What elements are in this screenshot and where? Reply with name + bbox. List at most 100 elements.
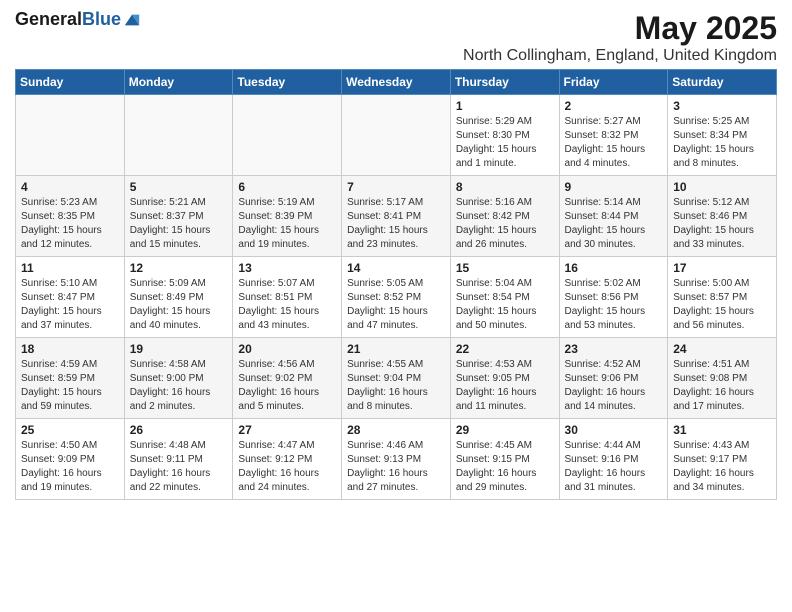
day-info: Sunrise: 4:52 AM Sunset: 9:06 PM Dayligh… — [565, 358, 663, 414]
day-number: 20 — [238, 342, 336, 356]
day-number: 30 — [565, 423, 663, 437]
title-block: May 2025 North Collingham, England, Unit… — [463, 10, 777, 65]
col-sunday: Sunday — [16, 70, 125, 95]
table-row: 20 Sunrise: 4:56 AM Sunset: 9:02 PM Dayli… — [233, 338, 342, 419]
table-row: 16Sunrise: 5:02 AM Sunset: 8:56 PM Dayli… — [559, 257, 668, 338]
table-row: 13 Sunrise: 5:07 AM Sunset: 8:51 PM Dayli… — [233, 257, 342, 338]
col-tuesday: Tuesday — [233, 70, 342, 95]
day-info: Sunrise: 5:29 AM Sunset: 8:30 PM Dayligh… — [456, 115, 554, 171]
table-row — [342, 95, 451, 176]
day-number: 28 — [347, 423, 445, 437]
calendar-week-row: 4 Sunrise: 5:23 AM Sunset: 8:35 PM Daylig… — [16, 176, 777, 257]
calendar-header-row: Sunday Monday Tuesday Wednesday Thursday… — [16, 70, 777, 95]
table-row — [124, 95, 233, 176]
day-info: Sunrise: 4:51 AM Sunset: 9:08 PM Dayligh… — [673, 358, 771, 414]
day-info: Sunrise: 5:10 AM Sunset: 8:47 PM Dayligh… — [21, 277, 119, 333]
day-info: Sunrise: 4:47 AM Sunset: 9:12 PM Dayligh… — [238, 439, 336, 495]
table-row: 30 Sunrise: 4:44 AM Sunset: 9:16 PM Dayli… — [559, 419, 668, 500]
day-number: 15 — [456, 261, 554, 275]
table-row: 3 Sunrise: 5:25 AM Sunset: 8:34 PM Daylig… — [668, 95, 777, 176]
day-number: 11 — [21, 261, 119, 275]
day-info: Sunrise: 4:59 AM Sunset: 8:59 PM Dayligh… — [21, 358, 119, 414]
day-number: 8 — [456, 180, 554, 194]
calendar-week-row: 18 Sunrise: 4:59 AM Sunset: 8:59 PM Dayli… — [16, 338, 777, 419]
day-number: 18 — [21, 342, 119, 356]
table-row: 19Sunrise: 4:58 AM Sunset: 9:00 PM Dayli… — [124, 338, 233, 419]
header: GeneralBlue May 2025 North Collingham, E… — [15, 10, 777, 65]
col-thursday: Thursday — [450, 70, 559, 95]
page-container: GeneralBlue May 2025 North Collingham, E… — [0, 0, 792, 510]
day-info: Sunrise: 5:27 AM Sunset: 8:32 PM Dayligh… — [565, 115, 663, 171]
table-row: 4 Sunrise: 5:23 AM Sunset: 8:35 PM Daylig… — [16, 176, 125, 257]
day-number: 3 — [673, 99, 771, 113]
day-number: 27 — [238, 423, 336, 437]
day-info: Sunrise: 5:21 AM Sunset: 8:37 PM Dayligh… — [130, 196, 228, 252]
day-info: Sunrise: 5:07 AM Sunset: 8:51 PM Dayligh… — [238, 277, 336, 333]
day-number: 21 — [347, 342, 445, 356]
day-info: Sunrise: 4:55 AM Sunset: 9:04 PM Dayligh… — [347, 358, 445, 414]
logo-icon — [123, 11, 141, 29]
table-row: 28Sunrise: 4:46 AM Sunset: 9:13 PM Dayli… — [342, 419, 451, 500]
table-row: 23Sunrise: 4:52 AM Sunset: 9:06 PM Dayli… — [559, 338, 668, 419]
day-number: 9 — [565, 180, 663, 194]
day-info: Sunrise: 5:00 AM Sunset: 8:57 PM Dayligh… — [673, 277, 771, 333]
table-row: 29 Sunrise: 4:45 AM Sunset: 9:15 PM Dayli… — [450, 419, 559, 500]
day-info: Sunrise: 5:12 AM Sunset: 8:46 PM Dayligh… — [673, 196, 771, 252]
day-number: 7 — [347, 180, 445, 194]
table-row: 8 Sunrise: 5:16 AM Sunset: 8:42 PM Daylig… — [450, 176, 559, 257]
day-number: 1 — [456, 99, 554, 113]
calendar-week-row: 25Sunrise: 4:50 AM Sunset: 9:09 PM Dayli… — [16, 419, 777, 500]
day-info: Sunrise: 4:48 AM Sunset: 9:11 PM Dayligh… — [130, 439, 228, 495]
day-number: 10 — [673, 180, 771, 194]
day-info: Sunrise: 5:19 AM Sunset: 8:39 PM Dayligh… — [238, 196, 336, 252]
table-row: 2 Sunrise: 5:27 AM Sunset: 8:32 PM Daylig… — [559, 95, 668, 176]
calendar-week-row: 1 Sunrise: 5:29 AM Sunset: 8:30 PM Daylig… — [16, 95, 777, 176]
col-saturday: Saturday — [668, 70, 777, 95]
table-row: 24Sunrise: 4:51 AM Sunset: 9:08 PM Dayli… — [668, 338, 777, 419]
day-info: Sunrise: 4:44 AM Sunset: 9:16 PM Dayligh… — [565, 439, 663, 495]
col-monday: Monday — [124, 70, 233, 95]
table-row: 5Sunrise: 5:21 AM Sunset: 8:37 PM Daylig… — [124, 176, 233, 257]
day-number: 14 — [347, 261, 445, 275]
day-info: Sunrise: 4:53 AM Sunset: 9:05 PM Dayligh… — [456, 358, 554, 414]
logo: GeneralBlue — [15, 10, 141, 30]
table-row: 21 Sunrise: 4:55 AM Sunset: 9:04 PM Dayli… — [342, 338, 451, 419]
day-number: 13 — [238, 261, 336, 275]
table-row: 12Sunrise: 5:09 AM Sunset: 8:49 PM Dayli… — [124, 257, 233, 338]
day-number: 16 — [565, 261, 663, 275]
table-row: 15 Sunrise: 5:04 AM Sunset: 8:54 PM Dayli… — [450, 257, 559, 338]
day-number: 2 — [565, 99, 663, 113]
day-info: Sunrise: 5:23 AM Sunset: 8:35 PM Dayligh… — [21, 196, 119, 252]
table-row: 31Sunrise: 4:43 AM Sunset: 9:17 PM Dayli… — [668, 419, 777, 500]
table-row: 14Sunrise: 5:05 AM Sunset: 8:52 PM Dayli… — [342, 257, 451, 338]
day-info: Sunrise: 5:25 AM Sunset: 8:34 PM Dayligh… — [673, 115, 771, 171]
day-info: Sunrise: 4:50 AM Sunset: 9:09 PM Dayligh… — [21, 439, 119, 495]
day-info: Sunrise: 5:09 AM Sunset: 8:49 PM Dayligh… — [130, 277, 228, 333]
day-info: Sunrise: 5:04 AM Sunset: 8:54 PM Dayligh… — [456, 277, 554, 333]
day-number: 6 — [238, 180, 336, 194]
table-row: 10 Sunrise: 5:12 AM Sunset: 8:46 PM Dayli… — [668, 176, 777, 257]
day-info: Sunrise: 5:17 AM Sunset: 8:41 PM Dayligh… — [347, 196, 445, 252]
table-row — [16, 95, 125, 176]
calendar-week-row: 11 Sunrise: 5:10 AM Sunset: 8:47 PM Dayli… — [16, 257, 777, 338]
day-number: 4 — [21, 180, 119, 194]
col-wednesday: Wednesday — [342, 70, 451, 95]
day-info: Sunrise: 4:45 AM Sunset: 9:15 PM Dayligh… — [456, 439, 554, 495]
day-number: 29 — [456, 423, 554, 437]
table-row — [233, 95, 342, 176]
day-info: Sunrise: 4:58 AM Sunset: 9:00 PM Dayligh… — [130, 358, 228, 414]
table-row: 9Sunrise: 5:14 AM Sunset: 8:44 PM Daylig… — [559, 176, 668, 257]
table-row: 26 Sunrise: 4:48 AM Sunset: 9:11 PM Dayli… — [124, 419, 233, 500]
location-title: North Collingham, England, United Kingdo… — [463, 47, 777, 65]
table-row: 1 Sunrise: 5:29 AM Sunset: 8:30 PM Daylig… — [450, 95, 559, 176]
table-row: 27 Sunrise: 4:47 AM Sunset: 9:12 PM Dayli… — [233, 419, 342, 500]
day-number: 26 — [130, 423, 228, 437]
day-info: Sunrise: 4:56 AM Sunset: 9:02 PM Dayligh… — [238, 358, 336, 414]
day-info: Sunrise: 4:43 AM Sunset: 9:17 PM Dayligh… — [673, 439, 771, 495]
month-title: May 2025 — [463, 10, 777, 47]
logo-text: GeneralBlue — [15, 10, 121, 30]
table-row: 17 Sunrise: 5:00 AM Sunset: 8:57 PM Dayli… — [668, 257, 777, 338]
day-info: Sunrise: 5:16 AM Sunset: 8:42 PM Dayligh… — [456, 196, 554, 252]
table-row: 18 Sunrise: 4:59 AM Sunset: 8:59 PM Dayli… — [16, 338, 125, 419]
day-number: 17 — [673, 261, 771, 275]
